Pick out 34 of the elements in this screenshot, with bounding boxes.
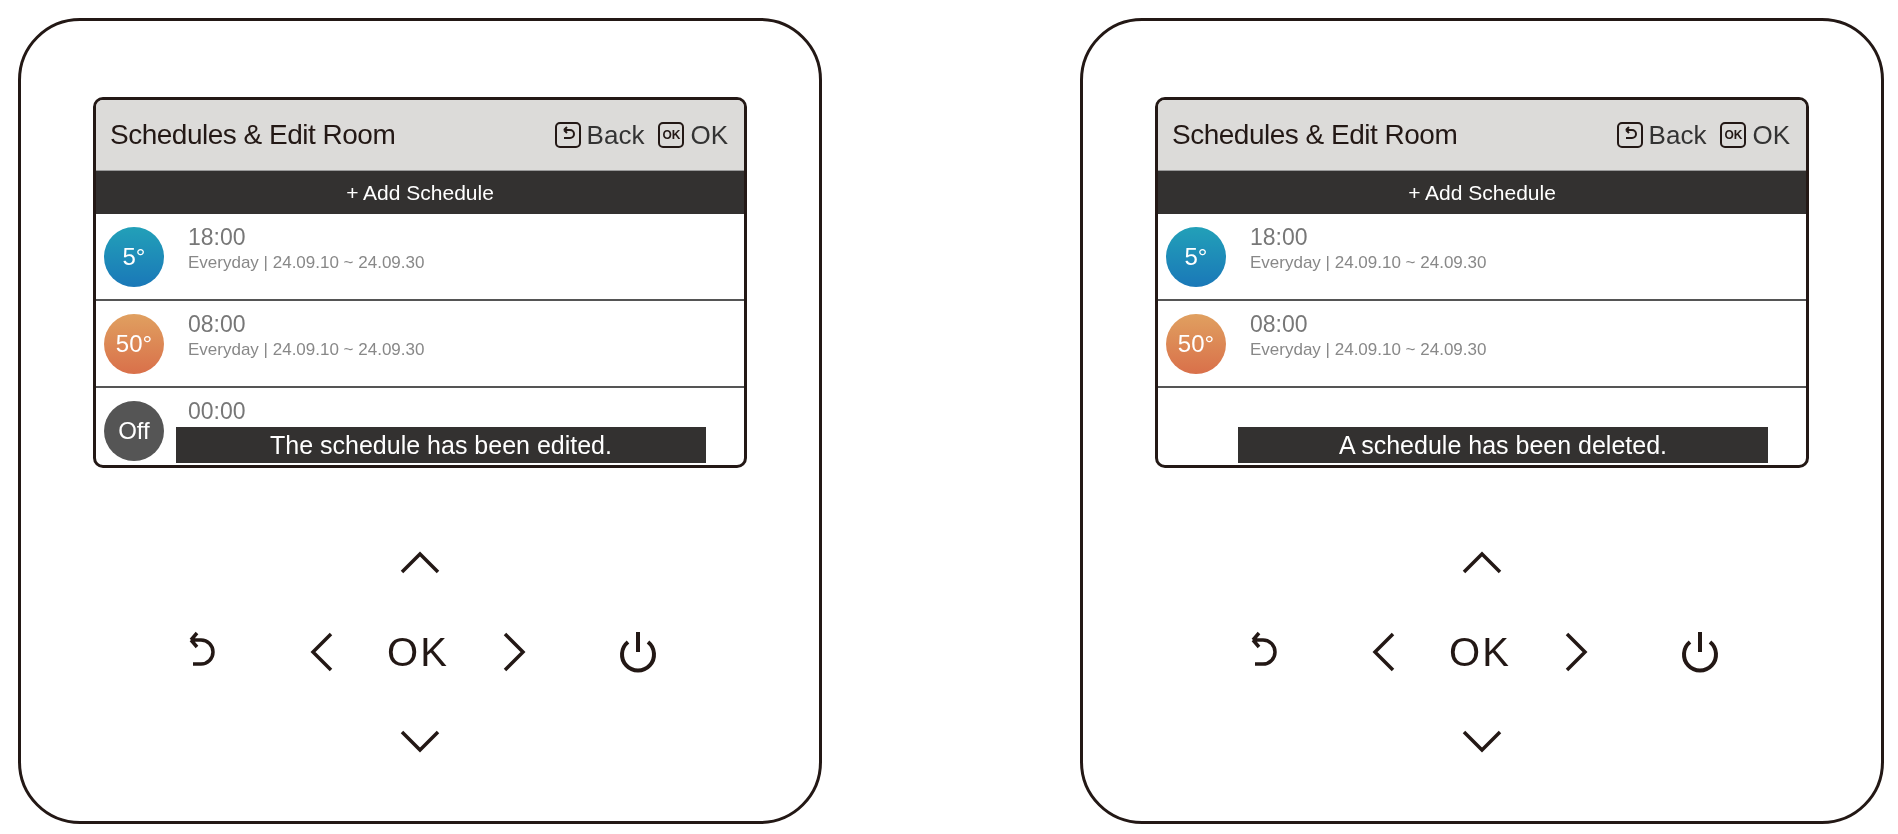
schedule-detail: Everyday | 24.09.10 ~ 24.09.30 — [188, 340, 425, 360]
schedule-row[interactable]: 50° 08:00 Everyday | 24.09.10 ~ 24.09.30 — [1158, 301, 1806, 388]
screen-title: Schedules & Edit Room — [1172, 119, 1459, 151]
temperature-badge: 50° — [104, 314, 164, 374]
temperature-badge: 50° — [1166, 314, 1226, 374]
ok-button[interactable]: OK OK — [658, 119, 728, 151]
back-button[interactable]: Back — [1616, 119, 1707, 151]
ok-key[interactable]: OK — [387, 629, 449, 675]
temperature-badge: 5° — [104, 227, 164, 287]
add-schedule-button[interactable]: + Add Schedule — [96, 171, 744, 214]
ok-key[interactable]: OK — [1449, 629, 1511, 675]
schedule-row[interactable]: 50° 08:00 Everyday | 24.09.10 ~ 24.09.30 — [96, 301, 744, 388]
back-icon — [554, 122, 581, 148]
add-schedule-button[interactable]: + Add Schedule — [1158, 171, 1806, 214]
back-button[interactable]: Back — [554, 119, 645, 151]
ok-key-icon: OK — [658, 122, 685, 148]
schedule-detail: Everyday | 24.09.10 ~ 24.09.30 — [188, 253, 425, 273]
schedule-time: 18:00 — [188, 226, 247, 249]
schedule-detail: Everyday | 24.09.10 ~ 24.09.30 — [1250, 340, 1487, 360]
screen-title: Schedules & Edit Room — [110, 119, 397, 151]
schedule-time: 00:00 — [188, 400, 246, 423]
toast-message: The schedule has been edited. — [176, 427, 706, 463]
schedule-time: 18:00 — [1250, 226, 1309, 249]
temperature-badge: Off — [104, 401, 164, 461]
ok-key-icon: OK — [1720, 122, 1747, 148]
back-icon — [1616, 122, 1643, 148]
ok-button[interactable]: OK OK — [1720, 119, 1790, 151]
schedule-time: 08:00 — [1250, 313, 1309, 336]
schedule-row[interactable]: 5° 18:00 Everyday | 24.09.10 ~ 24.09.30 — [96, 214, 744, 301]
schedule-row[interactable]: 5° 18:00 Everyday | 24.09.10 ~ 24.09.30 — [1158, 214, 1806, 301]
schedule-time: 08:00 — [188, 313, 247, 336]
temperature-badge: 5° — [1166, 227, 1226, 287]
schedule-detail: Everyday | 24.09.10 ~ 24.09.30 — [1250, 253, 1487, 273]
toast-message: A schedule has been deleted. — [1238, 427, 1768, 463]
